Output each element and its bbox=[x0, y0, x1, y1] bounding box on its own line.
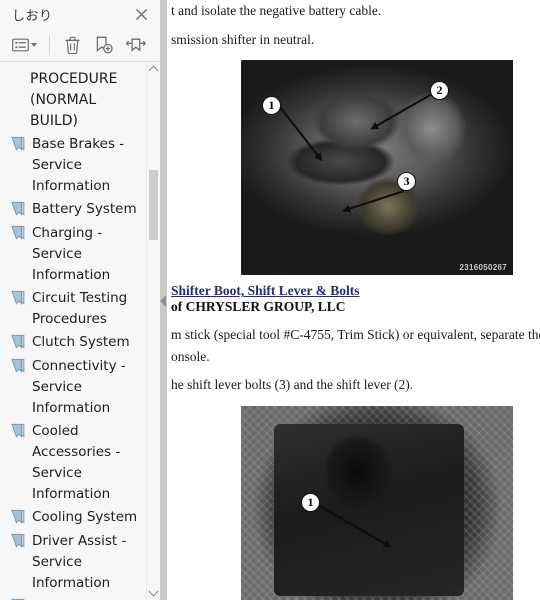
bookmark-item-procedure-normal-build[interactable]: PROCEDURE (NORMAL BUILD) bbox=[0, 68, 146, 133]
document-line: m stick (special tool #C-4755, Trim Stic… bbox=[171, 327, 540, 343]
bookmark-label: Charging - Service Information bbox=[32, 225, 111, 283]
bookmark-item-base-brakes[interactable]: Base Brakes - Service Information bbox=[0, 133, 146, 198]
expand-collapse-icon[interactable] bbox=[121, 32, 151, 58]
bookmark-plus-icon[interactable] bbox=[89, 32, 119, 58]
bookmark-label: DTC INDEX bbox=[32, 596, 106, 600]
document-heading-block: Shifter Boot, Shift Lever & Bolts of CHR… bbox=[169, 283, 540, 315]
pdf-reader-window: しおり PROCEDURE (NORMAL BUILD) Base Brakes… bbox=[0, 0, 540, 600]
bookmark-item-circuit-testing-procedures[interactable]: Circuit Testing Procedures bbox=[0, 287, 146, 331]
bookmark-label: Driver Assist - Service Information bbox=[32, 533, 127, 591]
bookmark-label: Connectivity - Service Information bbox=[32, 358, 126, 416]
sidebar-scrollbar[interactable] bbox=[146, 62, 160, 600]
bookmark-label: Battery System bbox=[32, 201, 137, 217]
bookmark-list[interactable]: PROCEDURE (NORMAL BUILD) Base Brakes - S… bbox=[0, 62, 160, 600]
bookmark-label: Clutch System bbox=[32, 334, 130, 350]
bookmark-icon bbox=[10, 423, 28, 443]
sidebar-title: しおり bbox=[12, 8, 53, 24]
figure-id-label: 2316050267 bbox=[459, 263, 507, 273]
bookmark-label: Circuit Testing Procedures bbox=[32, 290, 128, 327]
callout-1: 1 bbox=[262, 96, 281, 116]
chevron-down-icon bbox=[30, 42, 37, 47]
bookmark-icon bbox=[10, 334, 28, 354]
callout-3: 3 bbox=[397, 172, 416, 192]
copyright-line: of CHRYSLER GROUP, LLC bbox=[171, 299, 346, 315]
bookmark-item-clutch-system[interactable]: Clutch System bbox=[0, 331, 146, 355]
document-line: onsole. bbox=[171, 348, 210, 364]
trash-icon[interactable] bbox=[57, 32, 87, 58]
bookmark-item-battery-system[interactable]: Battery System bbox=[0, 198, 146, 222]
sidebar-header: しおり bbox=[0, 0, 160, 28]
bookmark-icon bbox=[10, 533, 28, 553]
bookmark-sidebar: しおり PROCEDURE (NORMAL BUILD) Base Brakes… bbox=[0, 0, 160, 600]
scroll-down-arrow-icon[interactable] bbox=[147, 586, 160, 600]
bookmark-item-charging[interactable]: Charging - Service Information bbox=[0, 222, 146, 287]
bookmark-item-connectivity[interactable]: Connectivity - Service Information bbox=[0, 355, 146, 420]
scroll-up-arrow-icon[interactable] bbox=[147, 62, 160, 76]
bookmark-label: PROCEDURE (NORMAL BUILD) bbox=[30, 71, 118, 129]
bookmark-icon bbox=[10, 358, 28, 378]
bookmark-item-driver-assist[interactable]: Driver Assist - Service Information bbox=[0, 530, 146, 595]
sidebar-splitter[interactable] bbox=[160, 0, 167, 600]
shifter-boot-link[interactable]: Shifter Boot, Shift Lever & Bolts bbox=[169, 283, 540, 299]
bookmark-item-cooling-system[interactable]: Cooling System bbox=[0, 506, 146, 530]
document-page[interactable]: t and isolate the negative battery cable… bbox=[167, 0, 540, 600]
sidebar-scrollbar-thumb[interactable] bbox=[149, 170, 158, 240]
shifter-boot-opening-photo[interactable]: 1 2316054470 bbox=[241, 405, 513, 600]
bookmark-options-menu[interactable] bbox=[6, 32, 42, 58]
bookmark-icon bbox=[10, 201, 28, 221]
bookmark-icon bbox=[10, 136, 28, 156]
document-line: he shift lever bolts (3) and the shift l… bbox=[171, 377, 414, 393]
bookmark-icon bbox=[10, 290, 28, 310]
document-line: t and isolate the negative battery cable… bbox=[171, 3, 382, 18]
bookmark-icon bbox=[10, 509, 28, 529]
shifter-assembly-photo[interactable]: 1 2 3 2316050267 bbox=[241, 60, 513, 276]
bookmark-item-cooled-accessories[interactable]: Cooled Accessories - Service Information bbox=[0, 420, 146, 506]
callout-2: 2 bbox=[430, 81, 449, 101]
bookmark-icon bbox=[10, 225, 28, 245]
bookmark-item-dtc-index[interactable]: DTC INDEX bbox=[0, 595, 146, 600]
collapse-left-arrow-icon[interactable] bbox=[160, 295, 166, 307]
bookmark-label: Base Brakes - Service Information bbox=[32, 136, 125, 194]
photo-image bbox=[241, 60, 513, 276]
bookmark-label: Cooled Accessories - Service Information bbox=[32, 423, 121, 502]
document-text-block: t and isolate the negative battery cable… bbox=[169, 0, 540, 50]
callout-1: 1 bbox=[301, 492, 320, 512]
bookmark-toolbar bbox=[0, 28, 160, 62]
photo-image bbox=[241, 405, 513, 600]
document-steps-block: m stick (special tool #C-4755, Trim Stic… bbox=[169, 324, 540, 396]
close-icon[interactable] bbox=[130, 3, 152, 25]
bookmark-label: Cooling System bbox=[32, 509, 138, 525]
document-line: smission shifter in neutral. bbox=[171, 31, 315, 47]
toolbar-divider bbox=[49, 34, 50, 55]
